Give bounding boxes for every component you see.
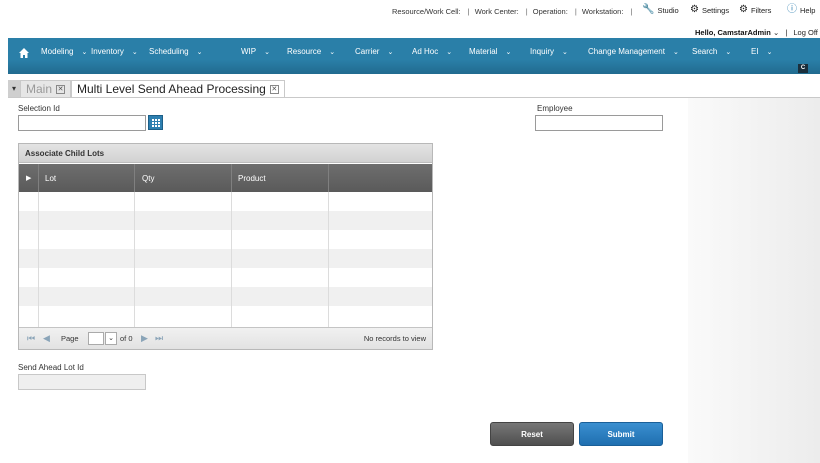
tab-main[interactable]: Main ✕ [20,80,72,98]
nav-ei[interactable]: EI ⌄ [751,47,772,56]
records-status: No records to view [363,334,426,343]
nav-material[interactable]: Material ⌄ [469,47,511,56]
table-row[interactable] [19,230,432,249]
nav-modeling[interactable]: Modeling ⌄ [41,47,87,56]
first-page-icon[interactable]: ⏮ [27,334,35,343]
table-row[interactable] [19,287,432,306]
filters-link[interactable]: ⚙ Filters [739,5,771,15]
gear-icon: ⚙ [690,4,699,15]
nav-resource[interactable]: Resource ⌄ [287,47,335,56]
page-content: Selection Id Employee Associate Child Lo… [8,98,688,463]
grid-header: ▶ Lot Qty Product [19,164,432,192]
nav-inventory[interactable]: Inventory ⌄ [91,47,138,56]
send-ahead-lot-input[interactable] [18,374,146,390]
close-icon[interactable]: ✕ [56,84,66,94]
chevron-down-icon: ⌄ [81,48,88,56]
nav-search[interactable]: Search ⌄ [692,47,731,56]
chevron-down-icon: ⌄ [131,48,138,56]
chevron-down-icon: ⌄ [725,48,732,56]
table-row[interactable] [19,306,432,325]
work-center-label[interactable]: Work Center: [475,7,519,16]
chevron-down-icon: ⌄ [329,48,336,56]
page-label: Page [61,334,79,343]
settings-link[interactable]: ⚙ Settings [690,5,729,15]
grid-picker-icon[interactable] [148,115,163,130]
last-page-icon[interactable]: ⏭ [155,334,163,343]
send-ahead-lot-label: Send Ahead Lot Id [18,363,84,372]
tab-menu-chevron-icon[interactable]: ▾ [8,80,20,98]
nav-adhoc[interactable]: Ad Hoc ⌄ [412,47,452,56]
main-nav: Modeling ⌄ Inventory ⌄ Scheduling ⌄ WIP ⌄ Re… [8,38,820,74]
tab-multi-level-send-ahead[interactable]: Multi Level Send Ahead Processing ✕ [71,80,285,98]
column-qty[interactable]: Qty [142,174,154,183]
chevron-down-icon: ⌄ [264,48,270,56]
help-icon: ⓘ [787,4,797,15]
collapse-badge[interactable]: C [798,64,808,73]
resource-label[interactable]: Resource/Work Cell: [392,7,461,16]
operation-label[interactable]: Operation: [533,7,568,16]
next-page-icon[interactable]: ▶ [141,334,148,343]
associate-child-lots-panel: Associate Child Lots ▶ Lot Qty Product ⏮… [18,143,433,350]
employee-input[interactable] [535,115,663,131]
page-number-input[interactable] [88,332,104,345]
nav-inquiry[interactable]: Inquiry ⌄ [530,47,568,56]
employee-label: Employee [537,104,573,113]
panel-title: Associate Child Lots [19,144,432,163]
right-panel [688,98,820,463]
chevron-down-icon: ⌄ [562,48,568,56]
chevron-down-icon: ⌄ [766,48,773,56]
reset-button[interactable]: Reset [490,422,574,446]
chevron-down-icon: ⌄ [505,48,512,56]
nav-wip[interactable]: WIP ⌄ [241,47,270,56]
chevron-down-icon: ⌄ [672,48,679,56]
table-row[interactable] [19,211,432,230]
grid-pager: ⏮ ◀ Page ⌄ of 0 ▶ ⏭ No records to view [19,327,432,349]
chevron-down-icon[interactable]: ⌄ [773,28,779,37]
chevron-down-icon: ⌄ [387,48,394,56]
close-icon[interactable]: ✕ [269,84,279,94]
help-link[interactable]: ⓘ Help [787,5,815,15]
nav-carrier[interactable]: Carrier ⌄ [355,47,393,56]
gear-icon: ⚙ [739,4,748,15]
top-bar: Resource/Work Cell: | Work Center: | Opera… [0,0,820,22]
context-bar: Resource/Work Cell: | Work Center: | Opera… [392,7,633,16]
submit-button[interactable]: Submit [579,422,663,446]
selection-id-label: Selection Id [18,104,60,113]
wrench-icon: 🔧 [642,4,655,15]
nav-change-management[interactable]: Change Management ⌄ [588,47,679,56]
chevron-down-icon: ⌄ [196,48,203,56]
column-product[interactable]: Product [238,174,266,183]
home-icon[interactable] [18,47,30,59]
studio-link[interactable]: 🔧 Studio [642,5,679,15]
user-menu-row: Hello, CamstarAdmin ⌄ | Log Off [695,28,818,37]
table-row[interactable] [19,268,432,287]
user-greeting[interactable]: Hello, CamstarAdmin [695,28,771,37]
table-row[interactable] [19,249,432,268]
expand-arrow-icon[interactable]: ▶ [26,174,31,182]
nav-scheduling[interactable]: Scheduling ⌄ [149,47,202,56]
chevron-down-icon: ⌄ [446,48,453,56]
table-row[interactable] [19,192,432,211]
selection-id-input[interactable] [18,115,146,131]
tab-strip: ▾ Main ✕ Multi Level Send Ahead Processi… [8,80,285,98]
logoff-link[interactable]: Log Off [793,28,817,37]
page-size-select[interactable]: ⌄ [105,332,117,345]
column-lot[interactable]: Lot [45,174,56,183]
prev-page-icon[interactable]: ◀ [43,334,50,343]
page-count: of 0 [120,334,133,343]
workstation-label[interactable]: Workstation: [582,7,624,16]
